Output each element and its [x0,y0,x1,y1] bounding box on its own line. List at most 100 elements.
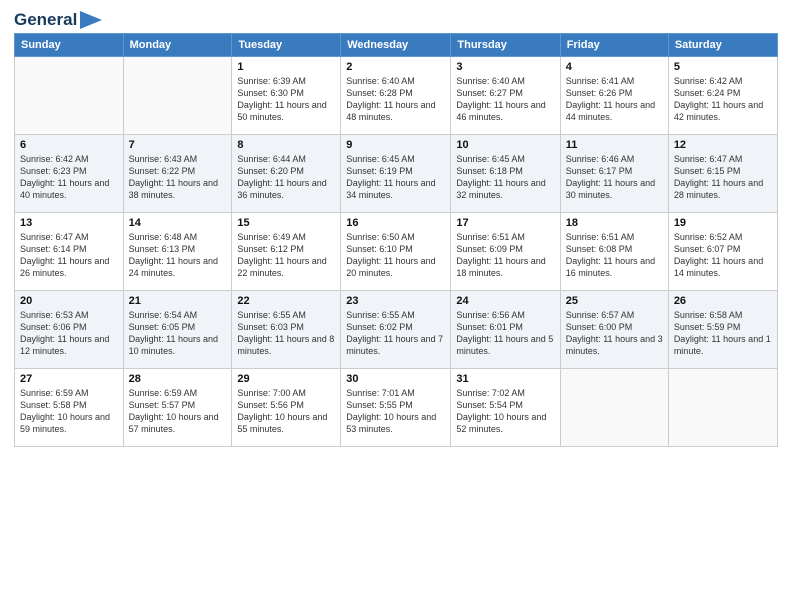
day-info: Sunrise: 6:50 AMSunset: 6:10 PMDaylight:… [346,231,445,280]
day-info: Sunrise: 6:51 AMSunset: 6:08 PMDaylight:… [566,231,663,280]
calendar-cell: 19 Sunrise: 6:52 AMSunset: 6:07 PMDayligh… [668,213,777,291]
calendar-cell: 27 Sunrise: 6:59 AMSunset: 5:58 PMDayligh… [15,369,124,447]
calendar-cell: 18 Sunrise: 6:51 AMSunset: 6:08 PMDayligh… [560,213,668,291]
calendar-header-row: SundayMondayTuesdayWednesdayThursdayFrid… [15,34,778,57]
weekday-header-sunday: Sunday [15,34,124,57]
day-info: Sunrise: 6:49 AMSunset: 6:12 PMDaylight:… [237,231,335,280]
calendar-cell: 5 Sunrise: 6:42 AMSunset: 6:24 PMDaylight… [668,57,777,135]
day-info: Sunrise: 6:42 AMSunset: 6:23 PMDaylight:… [20,153,118,202]
day-info: Sunrise: 6:48 AMSunset: 6:13 PMDaylight:… [129,231,227,280]
day-info: Sunrise: 7:02 AMSunset: 5:54 PMDaylight:… [456,387,554,436]
day-info: Sunrise: 6:58 AMSunset: 5:59 PMDaylight:… [674,309,772,358]
calendar-cell: 28Sunrise: 6:59 AMSunset: 5:57 PMDayligh… [123,369,232,447]
day-number: 6 [20,139,118,151]
day-number: 7 [129,139,227,151]
calendar-cell: 3Sunrise: 6:40 AMSunset: 6:27 PMDaylight… [451,57,560,135]
calendar-cell: 17 Sunrise: 6:51 AMSunset: 6:09 PMDayligh… [451,213,560,291]
calendar-cell: 11Sunrise: 6:46 AMSunset: 6:17 PMDayligh… [560,135,668,213]
calendar-cell: 8 Sunrise: 6:44 AMSunset: 6:20 PMDaylight… [232,135,341,213]
day-number: 18 [566,217,663,229]
calendar-cell: 6 Sunrise: 6:42 AMSunset: 6:23 PMDaylight… [15,135,124,213]
day-number: 2 [346,61,445,73]
calendar-cell [123,57,232,135]
day-number: 1 [237,61,335,73]
calendar-week-row: 13Sunrise: 6:47 AMSunset: 6:14 PMDayligh… [15,213,778,291]
day-number: 10 [456,139,554,151]
weekday-header-wednesday: Wednesday [341,34,451,57]
day-info: Sunrise: 6:57 AMSunset: 6:00 PMDaylight:… [566,309,663,358]
day-info: Sunrise: 6:56 AMSunset: 6:01 PMDaylight:… [456,309,554,358]
day-info: Sunrise: 6:54 AMSunset: 6:05 PMDaylight:… [129,309,227,358]
day-info: Sunrise: 6:45 AMSunset: 6:18 PMDaylight:… [456,153,554,202]
day-number: 15 [237,217,335,229]
day-info: Sunrise: 6:46 AMSunset: 6:17 PMDaylight:… [566,153,663,202]
calendar-cell: 4 Sunrise: 6:41 AMSunset: 6:26 PMDaylight… [560,57,668,135]
calendar-cell: 31 Sunrise: 7:02 AMSunset: 5:54 PMDayligh… [451,369,560,447]
day-info: Sunrise: 6:42 AMSunset: 6:24 PMDaylight:… [674,75,772,124]
calendar-cell: 9Sunrise: 6:45 AMSunset: 6:19 PMDaylight… [341,135,451,213]
weekday-header-thursday: Thursday [451,34,560,57]
day-info: Sunrise: 6:59 AMSunset: 5:58 PMDaylight:… [20,387,118,436]
day-info: Sunrise: 6:47 AMSunset: 6:14 PMDaylight:… [20,231,118,280]
day-number: 16 [346,217,445,229]
day-number: 27 [20,373,118,385]
header: General [14,10,778,27]
calendar-cell [15,57,124,135]
calendar-cell: 16 Sunrise: 6:50 AMSunset: 6:10 PMDayligh… [341,213,451,291]
day-number: 29 [237,373,335,385]
day-info: Sunrise: 6:41 AMSunset: 6:26 PMDaylight:… [566,75,663,124]
calendar-cell: 23 Sunrise: 6:55 AMSunset: 6:02 PMDayligh… [341,291,451,369]
day-number: 4 [566,61,663,73]
day-number: 21 [129,295,227,307]
day-info: Sunrise: 6:47 AMSunset: 6:15 PMDaylight:… [674,153,772,202]
day-number: 5 [674,61,772,73]
weekday-header-tuesday: Tuesday [232,34,341,57]
day-info: Sunrise: 6:51 AMSunset: 6:09 PMDaylight:… [456,231,554,280]
day-info: Sunrise: 7:00 AMSunset: 5:56 PMDaylight:… [237,387,335,436]
day-info: Sunrise: 6:44 AMSunset: 6:20 PMDaylight:… [237,153,335,202]
day-number: 31 [456,373,554,385]
day-number: 24 [456,295,554,307]
day-number: 23 [346,295,445,307]
calendar-cell: 30 Sunrise: 7:01 AMSunset: 5:55 PMDayligh… [341,369,451,447]
day-number: 12 [674,139,772,151]
page-container: General SundayMondayTuesdayWednesdayThur… [0,0,792,612]
day-number: 19 [674,217,772,229]
weekday-header-friday: Friday [560,34,668,57]
calendar-cell: 24 Sunrise: 6:56 AMSunset: 6:01 PMDayligh… [451,291,560,369]
logo: General [14,10,102,27]
calendar-table: SundayMondayTuesdayWednesdayThursdayFrid… [14,33,778,447]
day-info: Sunrise: 6:40 AMSunset: 6:28 PMDaylight:… [346,75,445,124]
day-number: 20 [20,295,118,307]
day-info: Sunrise: 6:43 AMSunset: 6:22 PMDaylight:… [129,153,227,202]
day-number: 28 [129,373,227,385]
day-info: Sunrise: 6:52 AMSunset: 6:07 PMDaylight:… [674,231,772,280]
weekday-header-saturday: Saturday [668,34,777,57]
calendar-cell: 29 Sunrise: 7:00 AMSunset: 5:56 PMDayligh… [232,369,341,447]
calendar-week-row: 1 Sunrise: 6:39 AMSunset: 6:30 PMDaylight… [15,57,778,135]
calendar-cell: 10 Sunrise: 6:45 AMSunset: 6:18 PMDayligh… [451,135,560,213]
day-info: Sunrise: 6:39 AMSunset: 6:30 PMDaylight:… [237,75,335,124]
day-number: 9 [346,139,445,151]
calendar-cell [560,369,668,447]
calendar-cell: 1 Sunrise: 6:39 AMSunset: 6:30 PMDaylight… [232,57,341,135]
day-info: Sunrise: 6:53 AMSunset: 6:06 PMDaylight:… [20,309,118,358]
day-number: 14 [129,217,227,229]
day-info: Sunrise: 6:40 AMSunset: 6:27 PMDaylight:… [456,75,554,124]
calendar-cell: 13Sunrise: 6:47 AMSunset: 6:14 PMDayligh… [15,213,124,291]
day-number: 8 [237,139,335,151]
day-info: Sunrise: 7:01 AMSunset: 5:55 PMDaylight:… [346,387,445,436]
calendar-cell: 22Sunrise: 6:55 AMSunset: 6:03 PMDayligh… [232,291,341,369]
day-number: 17 [456,217,554,229]
calendar-cell: 26Sunrise: 6:58 AMSunset: 5:59 PMDayligh… [668,291,777,369]
calendar-cell: 20 Sunrise: 6:53 AMSunset: 6:06 PMDayligh… [15,291,124,369]
day-number: 25 [566,295,663,307]
calendar-week-row: 27 Sunrise: 6:59 AMSunset: 5:58 PMDayligh… [15,369,778,447]
day-number: 30 [346,373,445,385]
day-number: 22 [237,295,335,307]
day-info: Sunrise: 6:55 AMSunset: 6:02 PMDaylight:… [346,309,445,358]
calendar-week-row: 6 Sunrise: 6:42 AMSunset: 6:23 PMDaylight… [15,135,778,213]
calendar-cell: 15 Sunrise: 6:49 AMSunset: 6:12 PMDayligh… [232,213,341,291]
calendar-cell: 21 Sunrise: 6:54 AMSunset: 6:05 PMDayligh… [123,291,232,369]
calendar-cell: 25 Sunrise: 6:57 AMSunset: 6:00 PMDayligh… [560,291,668,369]
